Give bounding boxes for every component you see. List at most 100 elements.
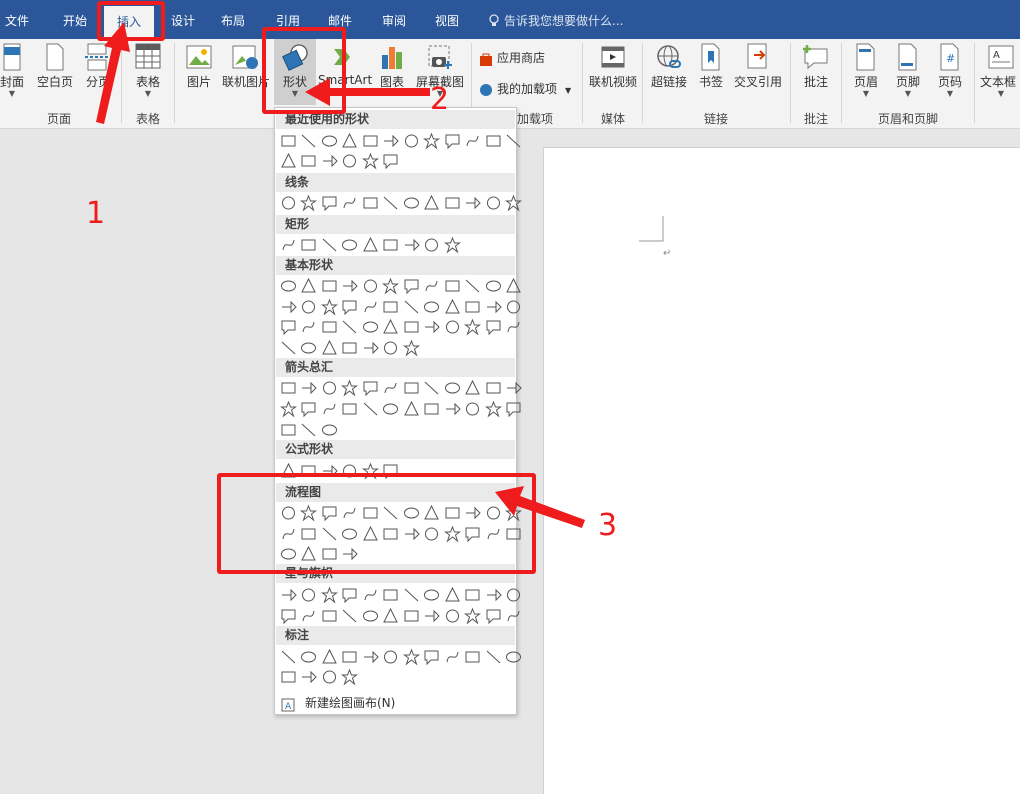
shape-item[interactable] — [442, 606, 463, 626]
tab-1[interactable]: 开始 — [55, 0, 95, 39]
shape-item[interactable] — [319, 606, 340, 626]
tell-me-box[interactable]: 告诉我您想要做什么... — [488, 0, 623, 39]
shape-item[interactable] — [278, 606, 299, 626]
shape-item[interactable] — [422, 235, 443, 255]
shape-item[interactable] — [340, 667, 361, 687]
shape-item[interactable] — [381, 647, 402, 667]
shape-item[interactable] — [463, 585, 484, 605]
shape-item[interactable] — [299, 276, 320, 296]
shape-item[interactable] — [340, 585, 361, 605]
shape-item[interactable] — [340, 131, 361, 151]
shape-item[interactable] — [278, 235, 299, 255]
shape-item[interactable] — [381, 276, 402, 296]
shape-item[interactable] — [401, 585, 422, 605]
shape-item[interactable] — [360, 338, 381, 358]
shape-item[interactable] — [278, 667, 299, 687]
shape-item[interactable] — [319, 585, 340, 605]
shape-item[interactable] — [319, 193, 340, 213]
shape-item[interactable] — [381, 338, 402, 358]
shape-item[interactable] — [422, 276, 443, 296]
shape-item[interactable] — [483, 317, 504, 337]
shape-item[interactable] — [360, 378, 381, 398]
shape-item[interactable] — [360, 297, 381, 317]
shape-item[interactable] — [442, 235, 463, 255]
cross-reference-button[interactable]: 交叉引用 — [730, 39, 786, 103]
shape-item[interactable] — [381, 193, 402, 213]
shape-item[interactable] — [483, 297, 504, 317]
shape-item[interactable] — [340, 338, 361, 358]
shape-item[interactable] — [319, 338, 340, 358]
shape-item[interactable] — [463, 131, 484, 151]
shape-item[interactable] — [422, 399, 443, 419]
shape-item[interactable] — [360, 399, 381, 419]
shape-item[interactable] — [401, 276, 422, 296]
shape-item[interactable] — [278, 647, 299, 667]
shape-item[interactable] — [319, 131, 340, 151]
shape-item[interactable] — [319, 420, 340, 440]
shape-item[interactable] — [299, 317, 320, 337]
shape-item[interactable] — [422, 606, 443, 626]
shape-item[interactable] — [442, 276, 463, 296]
shape-item[interactable] — [442, 585, 463, 605]
shape-item[interactable] — [483, 585, 504, 605]
shape-item[interactable] — [504, 297, 525, 317]
new-comment-button[interactable]: 批注 — [794, 39, 838, 103]
shape-item[interactable] — [278, 317, 299, 337]
shape-item[interactable] — [319, 399, 340, 419]
shape-item[interactable] — [401, 647, 422, 667]
online-video-button[interactable]: 联机视频 — [586, 39, 640, 103]
shape-item[interactable] — [278, 585, 299, 605]
shape-item[interactable] — [442, 131, 463, 151]
shape-item[interactable] — [319, 317, 340, 337]
shape-item[interactable] — [483, 276, 504, 296]
shape-item[interactable] — [381, 151, 402, 171]
shape-item[interactable] — [360, 585, 381, 605]
shape-item[interactable] — [340, 399, 361, 419]
page-number-button[interactable]: # 页码 ▼ — [930, 39, 970, 103]
shape-item[interactable] — [504, 317, 525, 337]
shape-item[interactable] — [463, 399, 484, 419]
shape-item[interactable] — [483, 606, 504, 626]
shape-item[interactable] — [401, 378, 422, 398]
shape-item[interactable] — [299, 151, 320, 171]
shape-item[interactable] — [278, 420, 299, 440]
shape-item[interactable] — [442, 378, 463, 398]
shape-item[interactable] — [401, 193, 422, 213]
shape-item[interactable] — [319, 667, 340, 687]
shape-item[interactable] — [340, 647, 361, 667]
shape-item[interactable] — [278, 193, 299, 213]
new-drawing-canvas-item[interactable]: A 新建绘图画布(N) — [281, 694, 395, 712]
shape-item[interactable] — [278, 276, 299, 296]
shape-item[interactable] — [340, 297, 361, 317]
shape-item[interactable] — [299, 235, 320, 255]
shape-item[interactable] — [483, 131, 504, 151]
tab-7[interactable]: 审阅 — [374, 0, 414, 39]
shape-item[interactable] — [463, 193, 484, 213]
shape-item[interactable] — [319, 151, 340, 171]
shape-item[interactable] — [360, 193, 381, 213]
tab-0[interactable]: 文件 — [0, 0, 34, 39]
shape-item[interactable] — [299, 297, 320, 317]
shape-item[interactable] — [504, 606, 525, 626]
shape-item[interactable] — [340, 606, 361, 626]
shape-item[interactable] — [504, 399, 525, 419]
tab-8[interactable]: 视图 — [427, 0, 467, 39]
shape-item[interactable] — [463, 297, 484, 317]
shape-item[interactable] — [401, 131, 422, 151]
shape-item[interactable] — [442, 317, 463, 337]
shape-item[interactable] — [278, 131, 299, 151]
cover-page-button[interactable]: 封面 ▼ — [0, 39, 30, 103]
shape-item[interactable] — [278, 338, 299, 358]
shape-item[interactable] — [360, 151, 381, 171]
shape-item[interactable] — [360, 235, 381, 255]
shape-item[interactable] — [381, 378, 402, 398]
shape-item[interactable] — [401, 297, 422, 317]
shape-item[interactable] — [278, 297, 299, 317]
shape-item[interactable] — [319, 297, 340, 317]
shape-item[interactable] — [401, 338, 422, 358]
shape-item[interactable] — [360, 276, 381, 296]
shape-item[interactable] — [442, 193, 463, 213]
shape-item[interactable] — [401, 317, 422, 337]
shape-item[interactable] — [381, 297, 402, 317]
shape-item[interactable] — [360, 131, 381, 151]
